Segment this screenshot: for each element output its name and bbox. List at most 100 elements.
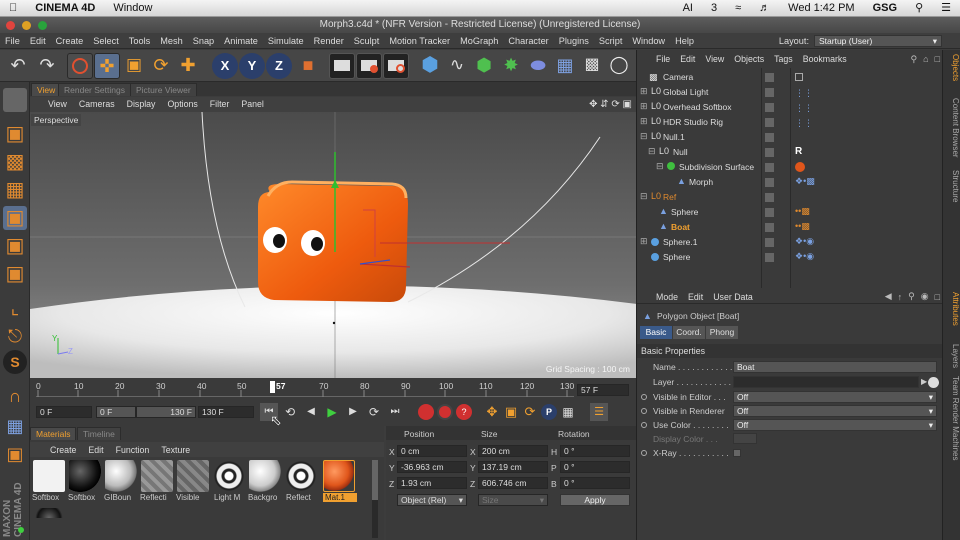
expand-toggle[interactable]: ⊟ <box>640 191 648 202</box>
tab-view[interactable]: View <box>31 83 62 96</box>
visible-in-renderer-select[interactable]: Off ▾ <box>733 405 937 417</box>
object-enabled-check[interactable] <box>765 163 774 172</box>
materials-menu-texture[interactable]: Texture <box>155 445 196 455</box>
objects-menu-file[interactable]: File <box>651 54 675 64</box>
move-tool-icon[interactable]: ✜ <box>94 53 120 79</box>
previous-key-icon[interactable]: ⟲ <box>281 403 299 421</box>
layer-menu-arrow-icon[interactable]: ▶ <box>921 377 927 386</box>
viewport-menu-filter[interactable]: Filter <box>204 97 236 112</box>
workplane-icon[interactable]: ▦ <box>3 178 27 202</box>
model-mode-icon[interactable]: ▣ <box>3 122 27 146</box>
object-enabled-check[interactable] <box>765 178 774 187</box>
material-swatch-light-mat[interactable] <box>213 460 245 492</box>
materials-menu-function[interactable]: Function <box>110 445 156 455</box>
attributes-menu-user-data[interactable]: User Data <box>708 292 758 302</box>
material-swatch-gibounce[interactable] <box>105 460 137 492</box>
record-keys-icon[interactable] <box>418 404 434 420</box>
size-mode-select[interactable]: Size ▾ <box>478 494 548 506</box>
home-icon[interactable]: ⌂ <box>920 54 931 64</box>
zoom-window-button[interactable] <box>37 21 47 30</box>
render-picture-viewer-icon[interactable] <box>356 53 382 79</box>
viewport-menu-display[interactable]: Display <box>121 97 162 112</box>
display-color-swatch[interactable] <box>733 433 757 444</box>
tab-coord[interactable]: Coord. <box>673 326 705 339</box>
count-status[interactable]: 3 <box>702 0 726 17</box>
object-enabled-check[interactable] <box>765 208 774 217</box>
size-x-field[interactable]: 200 cm <box>478 445 548 457</box>
texture-mode-icon[interactable]: ▩ <box>3 150 27 174</box>
render-settings-icon[interactable] <box>383 53 409 79</box>
object-row[interactable]: ⊟ L0 Null R <box>637 145 943 160</box>
material-swatch-mat1[interactable] <box>323 460 355 492</box>
size-y-field[interactable]: 137.19 cm <box>478 461 548 473</box>
object-row[interactable]: ⊞ L0 Overhead Softbox ⋮⋮ <box>637 100 943 115</box>
viewport-menu-cameras[interactable]: Cameras <box>73 97 121 112</box>
menu-edit[interactable]: Edit <box>25 33 51 49</box>
object-tag-icon[interactable]: ❖•▩ <box>795 176 815 187</box>
material-swatch-softbox-black[interactable] <box>69 460 101 492</box>
key-position-icon[interactable]: ✥ <box>484 404 500 420</box>
object-row[interactable]: ⊞ L0 HDR Studio Rig ⋮⋮ <box>637 115 943 130</box>
rotation-h-field[interactable]: 0 ° <box>560 445 630 457</box>
timeline-ruler[interactable]: 0 10 20 30 40 50 57 70 80 90 100 110 120… <box>36 381 574 397</box>
close-window-button[interactable] <box>6 21 15 30</box>
animate-dot-icon[interactable] <box>641 394 647 400</box>
layer-picker-icon[interactable] <box>928 377 939 388</box>
object-row[interactable]: ⊞ Sphere.1 ❖•◉ <box>637 235 943 250</box>
position-y-field[interactable]: -36.963 cm <box>397 461 467 473</box>
rotation-b-field[interactable]: 0 ° <box>560 477 630 489</box>
y-axis-lock-icon[interactable]: Y <box>239 53 265 79</box>
material-swatch-background[interactable] <box>249 460 281 492</box>
tab-render-settings[interactable]: Render Settings <box>58 83 131 96</box>
object-tag-icon[interactable] <box>795 73 803 81</box>
viewport-menu-panel[interactable]: Panel <box>235 97 270 112</box>
range-slider[interactable]: 130 F <box>136 406 196 418</box>
menu-animate[interactable]: Animate <box>219 33 263 49</box>
apply-button[interactable]: Apply <box>560 494 630 506</box>
tab-materials[interactable]: Materials <box>30 427 77 440</box>
menu-select[interactable]: Select <box>88 33 124 49</box>
position-x-field[interactable]: 0 cm <box>397 445 467 457</box>
tab-layers[interactable]: Layers <box>944 344 960 368</box>
x-axis-lock-icon[interactable]: X <box>212 53 238 79</box>
playhead[interactable] <box>270 381 275 393</box>
apple-icon[interactable]:  <box>0 0 26 17</box>
volume-icon[interactable]: ♬ <box>750 0 779 17</box>
expand-toggle[interactable]: ⊞ <box>640 116 648 127</box>
lock-icon[interactable]: ◉ <box>918 291 932 302</box>
range-start-field[interactable]: 0 F <box>96 406 136 418</box>
menu-file[interactable]: File <box>0 33 25 49</box>
objects-menu-objects[interactable]: Objects <box>729 54 769 64</box>
name-field[interactable]: Boat <box>733 361 937 373</box>
object-enabled-check[interactable] <box>765 253 774 262</box>
material-swatch-reflect[interactable] <box>285 460 317 492</box>
menu-simulate[interactable]: Simulate <box>263 33 309 49</box>
tab-timeline[interactable]: Timeline <box>77 427 121 440</box>
clock[interactable]: Wed 1:42 PM <box>779 0 863 17</box>
tab-attributes[interactable]: Attributes <box>944 292 960 326</box>
coord-mode-select[interactable]: Object (Rel) ▾ <box>397 494 467 506</box>
expand-toggle[interactable]: ⊟ <box>656 161 664 172</box>
viewport-menu-view[interactable]: View <box>42 97 73 112</box>
object-row-selected[interactable]: ▲ Boat ••▩ <box>637 220 943 235</box>
magnet-icon[interactable]: ∩ <box>3 384 27 408</box>
tab-team-render-machines[interactable]: Team Render Machines <box>944 376 960 460</box>
object-tag-icon[interactable]: ⋮⋮ <box>795 118 813 129</box>
menu-motion-tracker[interactable]: Motion Tracker <box>384 33 455 49</box>
go-to-end-icon[interactable]: ⏭ <box>386 403 404 421</box>
tab-content-browser[interactable]: Content Browser <box>944 98 960 158</box>
cloner-icon[interactable]: ✸ <box>498 53 524 79</box>
animate-dot-icon[interactable] <box>641 450 647 456</box>
menu-create[interactable]: Create <box>51 33 89 49</box>
auto-keying-icon[interactable] <box>437 404 453 420</box>
wifi-icon[interactable]: ≈ <box>726 0 750 17</box>
list-icon[interactable]: ☰ <box>932 0 960 17</box>
3d-viewport[interactable]: Perspective Y Z Grid Spacing : 100 cm <box>30 112 636 378</box>
animate-dot-icon[interactable] <box>641 408 647 414</box>
key-pla-icon[interactable]: ▦ <box>560 404 576 420</box>
scale-tool-icon[interactable]: ▣ <box>121 53 147 79</box>
next-frame-icon[interactable]: ▶ <box>344 403 362 421</box>
menu-plugins[interactable]: Plugins <box>554 33 594 49</box>
expand-toggle[interactable]: ⊞ <box>640 86 648 97</box>
polygons-mode-icon[interactable]: ▣ <box>3 262 27 286</box>
